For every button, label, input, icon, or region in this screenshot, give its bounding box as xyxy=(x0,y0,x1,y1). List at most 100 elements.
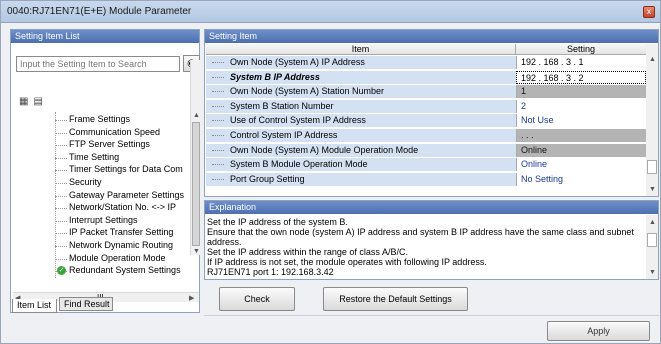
setting-item-list-panel: Setting Item List Input the Setting Item… xyxy=(10,29,200,313)
explanation-header: Explanation xyxy=(205,201,658,214)
check-icon: ✓ xyxy=(57,266,66,276)
explanation-line: Set the IP address of the system B. xyxy=(207,217,348,227)
setting-name: Port Group Setting xyxy=(230,173,305,184)
tree-line xyxy=(212,135,224,136)
tree-item[interactable]: Gateway Parameter Settings xyxy=(69,190,184,201)
scroll-up-icon[interactable]: ▲ xyxy=(649,219,656,226)
setting-value[interactable]: Online xyxy=(516,158,646,172)
apply-bar: Apply xyxy=(204,315,659,343)
setting-value[interactable]: . . . xyxy=(516,129,646,142)
explanation-line: Set the IP address within the range of c… xyxy=(207,247,408,257)
setting-name: System B Module Operation Mode xyxy=(230,159,368,170)
apply-button[interactable]: Apply xyxy=(547,321,650,341)
tree-line xyxy=(55,183,67,184)
settings-row[interactable]: Use of Control System IP Address Not Use xyxy=(206,114,646,129)
setting-value[interactable]: Not Use xyxy=(516,114,646,128)
tree-item[interactable]: ✓ Redundant System Settings xyxy=(57,265,181,276)
tree-item[interactable]: Frame Settings xyxy=(69,114,130,125)
tree-line xyxy=(55,145,67,147)
setting-value[interactable]: Online xyxy=(516,143,646,157)
column-header-setting: Setting xyxy=(566,44,596,54)
settings-row[interactable]: Port Group Setting No Setting xyxy=(206,172,646,187)
explanation-panel: Explanation Set the IP address of the sy… xyxy=(204,200,659,280)
tree-line xyxy=(212,105,224,107)
scroll-thumb[interactable] xyxy=(192,122,200,246)
setting-name: System B IP Address xyxy=(230,71,320,82)
tree-line xyxy=(212,76,224,78)
tree-item[interactable]: Network/Station No. <-> IP xyxy=(69,202,176,213)
settings-row[interactable]: System B Station Number 2 xyxy=(206,99,646,114)
tree-line xyxy=(212,164,224,166)
scroll-right-icon[interactable]: ▶ xyxy=(189,294,194,302)
grid-vertical-scrollbar[interactable]: ▲ ▼ xyxy=(646,44,658,196)
setting-item-list-header: Setting Item List xyxy=(11,30,199,43)
scroll-up-icon[interactable]: ▲ xyxy=(649,56,656,63)
tree-line xyxy=(55,157,67,159)
setting-value[interactable]: 192 . 168 . 3 . 2 xyxy=(516,70,646,84)
tree-item[interactable]: Timer Settings for Data Com xyxy=(69,164,183,175)
tree-view-toggle-icons[interactable]: ▦▤ xyxy=(19,96,48,107)
tree-item[interactable]: FTP Server Settings xyxy=(69,139,150,150)
grid-header: Item Setting xyxy=(206,44,646,55)
explanation-line: RJ71EN71 port 1: 192.168.3.42 xyxy=(207,267,334,277)
tree-item[interactable]: Time Setting xyxy=(69,152,119,163)
tree-line xyxy=(55,120,67,121)
tree-line xyxy=(212,91,224,93)
scroll-down-icon[interactable]: ▼ xyxy=(649,186,656,193)
scroll-down-icon[interactable]: ▼ xyxy=(649,269,656,276)
tree-item[interactable]: Communication Speed xyxy=(69,127,160,138)
setting-item-header: Setting Item xyxy=(205,30,658,43)
tree-line xyxy=(212,120,224,122)
setting-name: Use of Control System IP Address xyxy=(230,115,366,126)
tree-line xyxy=(55,195,67,197)
setting-value[interactable]: 192 . 168 . 3 . 1 xyxy=(516,56,646,69)
tree-item-label: Redundant System Settings xyxy=(69,265,181,276)
settings-row[interactable]: System B Module Operation Mode Online xyxy=(206,158,646,173)
tab-find-result[interactable]: Find Result xyxy=(59,297,113,311)
scroll-down-icon[interactable]: ▼ xyxy=(193,248,200,255)
tree-expand-icon[interactable]: ▦ xyxy=(19,96,33,107)
tree-line xyxy=(212,62,224,63)
tree-line xyxy=(55,132,67,134)
explanation-text: Set the IP address of the system B. Ensur… xyxy=(206,215,644,279)
tree-line xyxy=(212,149,224,151)
search-input[interactable]: Input the Setting Item to Search xyxy=(16,56,180,72)
column-header-item: Item xyxy=(206,44,516,55)
close-button[interactable]: x xyxy=(643,6,655,18)
tree-line xyxy=(55,246,67,247)
setting-value[interactable]: 1 xyxy=(516,85,646,99)
tree-line xyxy=(55,208,67,210)
tree-line xyxy=(55,233,67,235)
settings-row[interactable]: Own Node (System A) Module Operation Mod… xyxy=(206,143,646,158)
tree-vertical-scrollbar[interactable]: ▲ ▼ xyxy=(190,60,200,255)
scroll-thumb[interactable] xyxy=(647,160,657,174)
explanation-scrollbar[interactable]: ▲ ▼ xyxy=(646,215,658,279)
restore-defaults-button[interactable]: Restore the Default Settings xyxy=(323,287,468,311)
tree-item[interactable]: Security xyxy=(69,177,102,188)
setting-value[interactable]: 2 xyxy=(516,99,646,113)
tree-item[interactable]: Module Operation Mode xyxy=(69,253,166,264)
setting-value[interactable]: No Setting xyxy=(516,172,646,186)
settings-row[interactable]: Own Node (System A) IP Address 192 . 168 … xyxy=(206,56,646,70)
tree-item[interactable]: Interrupt Settings xyxy=(69,215,138,226)
check-button[interactable]: Check xyxy=(219,287,295,311)
setting-name: Control System IP Address xyxy=(230,130,338,140)
settings-row[interactable]: Control System IP Address . . . xyxy=(206,129,646,143)
tree-line xyxy=(55,220,67,222)
tree-collapse-icon[interactable]: ▤ xyxy=(33,96,47,107)
tree-line xyxy=(55,258,67,260)
scroll-up-icon[interactable]: ▲ xyxy=(193,112,200,119)
setting-name: Own Node (System A) Module Operation Mod… xyxy=(230,144,419,155)
tree-item[interactable]: Network Dynamic Routing xyxy=(69,240,173,251)
explanation-line: address. xyxy=(207,237,242,247)
tree-item[interactable]: IP Packet Transfer Setting xyxy=(69,227,173,238)
title-bar: 0040:RJ71EN71(E+E) Module Parameter x xyxy=(1,1,660,23)
tree-line xyxy=(55,170,67,172)
tab-item-list[interactable]: Item List xyxy=(12,299,57,313)
settings-row[interactable]: Own Node (System A) Station Number 1 xyxy=(206,85,646,100)
explanation-line: If IP address is not set, the module ope… xyxy=(207,257,487,267)
setting-name: System B Station Number xyxy=(230,100,334,111)
scroll-thumb[interactable] xyxy=(647,233,657,247)
module-parameter-window: 0040:RJ71EN71(E+E) Module Parameter x Se… xyxy=(0,0,661,344)
settings-row[interactable]: System B IP Address 192 . 168 . 3 . 2 xyxy=(206,70,646,85)
